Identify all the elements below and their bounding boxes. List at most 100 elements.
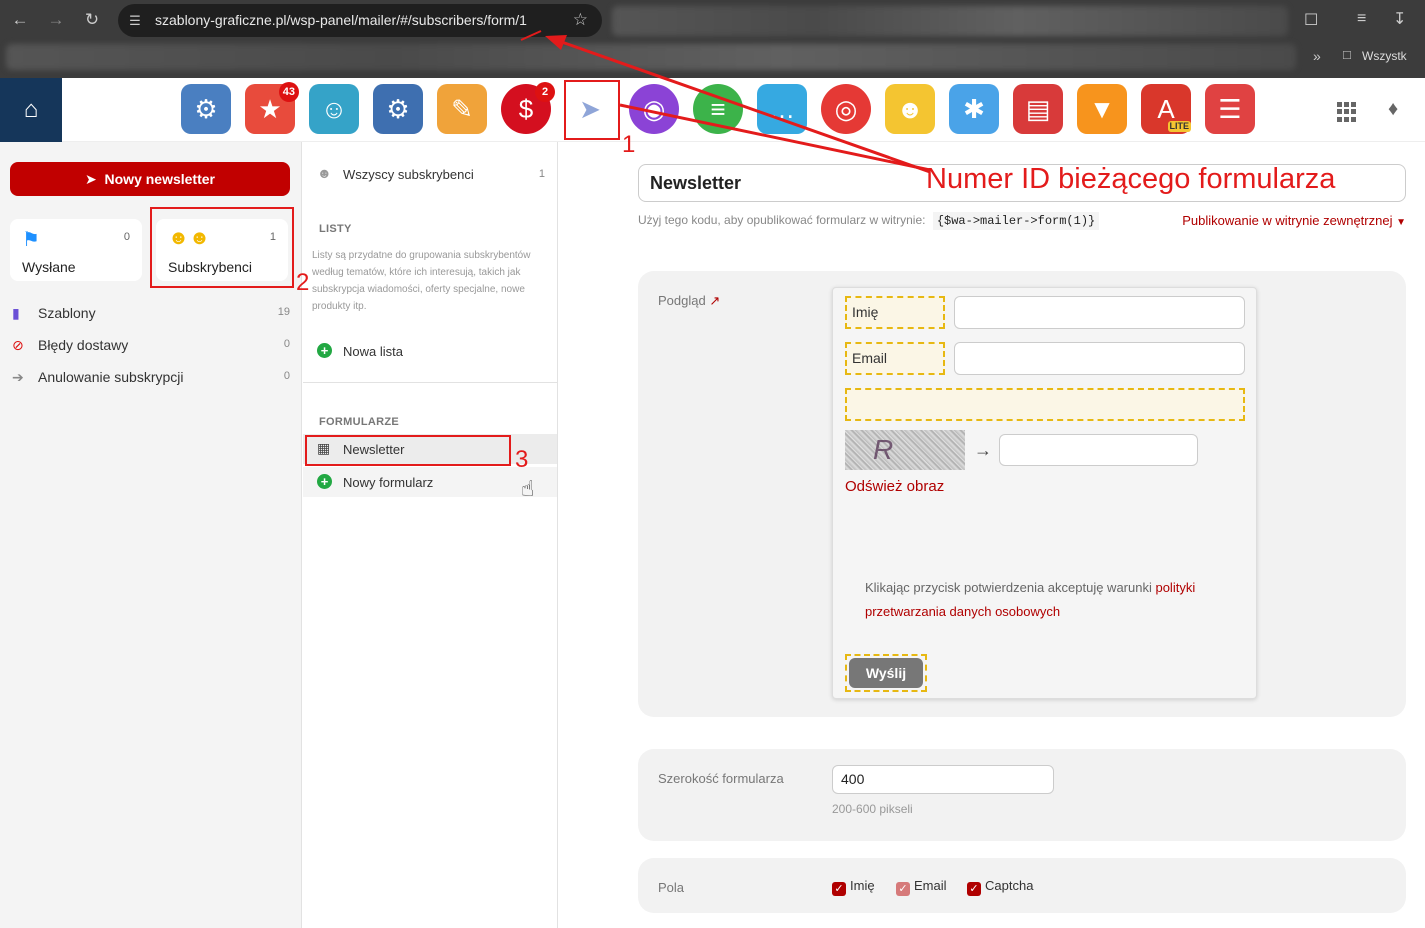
email-field[interactable] [954,342,1245,375]
tile-count: 0 [123,231,130,243]
caret-down-icon: ▼ [1396,217,1406,228]
app-chat[interactable]: … [757,84,807,134]
app-bar: ⌂ ⚙ ★ 43 ☺ ⚙ ✎ $2 ➤ ◉ ≡… ◎ ☻ ✱ ▤ ▼ A LITE ☰ ♦ [0,78,1425,142]
checkbox-checked-icon: ✓ [967,882,981,896]
app-shop[interactable]: $2 [501,82,555,134]
extensions-icon[interactable]: ☐ [1304,10,1318,30]
submit-button[interactable]: Wyślij [849,658,923,688]
publish-external-link[interactable]: Publikowanie w witrynie zewnętrznej ▼ [1182,213,1406,228]
app-structure[interactable]: ▤ [1013,84,1063,134]
app-blog[interactable]: ✎ [437,84,487,134]
width-hint: 200-600 pikseli [832,802,913,816]
app-translate[interactable]: A LITE [1141,84,1191,134]
snowflake-doc-icon: ✱ [963,94,985,124]
address-bar[interactable]: ☰ szablony-graficzne.pl/wsp-panel/mailer… [118,4,602,37]
paper-plane-icon: ➤ [85,171,97,187]
sidebar-item-label: Błędy dostawy [38,337,129,353]
consent-text-body: Klikając przycisk potwierdzenia akceptuj… [865,580,1156,595]
external-link-icon[interactable]: ↗ [709,293,720,308]
annotation-callout: Numer ID bieżącego formularza [926,163,1336,195]
home-icon[interactable]: ⌂ [0,78,62,142]
main-content: Newsletter Użyj tego kodu, aby opublikow… [558,142,1425,928]
new-newsletter-button[interactable]: ➤ Nowy newsletter [10,162,290,196]
all-subscribers-item[interactable]: ☻ Wszyscy subskrybenci 1 [303,159,557,189]
browser-chrome: ← → ↻ ☰ szablony-graficzne.pl/wsp-panel/… [0,0,1425,78]
reload-icon[interactable]: ↻ [80,8,104,32]
field-check-name[interactable]: ✓ Imię [832,878,875,896]
notification-badge: 2 [535,82,555,102]
list-icon: ≡ [710,94,726,124]
list-item-label: Wszyscy subskrybenci [343,167,474,182]
forms-header: FORMULARZE [319,416,399,428]
field-check-email[interactable]: ✓ Email [896,878,947,896]
sidebar-item-templates[interactable]: ▮ Szablony 19 [10,302,292,326]
sidebar-item-label: Anulowanie subskrypcji [38,369,184,385]
sidebar-item-count: 19 [277,306,290,318]
captcha-input[interactable] [999,434,1198,466]
sidebar-item-count: 0 [283,370,290,382]
lifebuoy-icon: ◎ [834,94,858,124]
forward-icon[interactable]: → [44,8,68,32]
app-team[interactable]: ☻ [885,84,935,134]
extra-field-placeholder [845,388,1245,421]
app-marketing[interactable]: ★ 43 [245,82,299,134]
users-icon: ☻ [317,165,332,181]
annotation-number-1: 1 [622,131,636,158]
app-site[interactable]: ⚙ [373,84,423,134]
submit-wrap: Wyślij [845,654,927,692]
width-label: Szerokość formularza [658,771,784,786]
width-input[interactable]: 400 [832,765,1054,794]
field-check-label: Email [914,878,947,893]
arrow-icon: → [974,440,992,460]
code-hint: Użyj tego kodu, aby opublikować formular… [638,212,1100,230]
forbidden-icon: ⊘ [12,337,24,353]
sidebar-item-label: Szablony [38,305,96,321]
tile-sent[interactable]: ⚑ 0 Wysłane [10,219,142,281]
sidebar-item-delivery-errors[interactable]: ⊘ Błędy dostawy 0 [10,334,292,358]
form-preview: Imię Email R 475 → Odśwież obraz Klikają… [832,287,1257,699]
publish-link-text: Publikowanie w witrynie zewnętrznej [1182,213,1393,228]
media-icon[interactable]: ≡ [1357,10,1366,28]
contact-card-icon: ☺ [320,94,348,124]
site-settings-icon[interactable]: ☰ [126,12,144,30]
app-contacts[interactable]: ☺ [309,84,359,134]
app-helpdesk[interactable]: ◎ [821,84,871,134]
annotation-number-3: 3 [515,446,529,473]
fields-panel: Pola ✓ Imię ✓ Email ✓ Captcha [638,858,1406,913]
sidebar-item-count: 0 [283,338,290,350]
plus-icon: + [317,473,332,489]
download-icon[interactable]: ↧ [1393,9,1406,29]
captcha-text: R 475 [873,434,928,470]
comment-icon: ☰ [1218,94,1242,124]
sidebar-item-unsubscribes[interactable]: ➔ Anulowanie subskrypcji 0 [10,366,292,390]
blurred-bookmarks [6,44,1296,70]
preview-label-text: Podgląd [658,293,706,308]
name-field[interactable] [954,296,1245,329]
camera-icon: ◉ [642,94,666,124]
apps-grid-icon[interactable] [1337,102,1357,122]
back-icon[interactable]: ← [8,8,32,32]
url-text: szablony-graficzne.pl/wsp-panel/mailer/#… [155,12,527,28]
field-check-label: Imię [850,878,875,893]
bell-icon[interactable]: ♦ [1388,98,1398,121]
app-settings[interactable]: ⚙ [181,84,231,134]
bookmark-star-icon[interactable]: ☆ [573,10,588,30]
consent-text: Klikając przycisk potwierdzenia akceptuj… [865,576,1235,624]
form-code: {$wa->mailer->form(1)} [932,212,1100,230]
app-funnel[interactable]: ▼ [1077,84,1127,134]
bookmarks-overflow-icon[interactable]: » [1313,48,1321,64]
bookmarks-all-folder[interactable]: Wszystk [1362,49,1407,63]
app-lists[interactable]: ≡ [693,84,743,134]
preview-label: Podgląd ↗ [658,293,720,309]
notification-badge: 43 [278,82,299,102]
fields-label: Pola [658,880,685,895]
translate-icon: A [1157,94,1175,124]
app-photos[interactable]: ◉ [629,84,679,134]
field-check-label: Captcha [985,878,1034,893]
app-files[interactable]: ✱ [949,84,999,134]
refresh-captcha-link[interactable]: Odśwież obraz [845,478,944,495]
new-list-item[interactable]: + Nowa lista [303,336,557,366]
plus-icon: + [317,342,332,358]
app-comments[interactable]: ☰ [1205,84,1255,134]
field-check-captcha[interactable]: ✓ Captcha [967,878,1033,896]
